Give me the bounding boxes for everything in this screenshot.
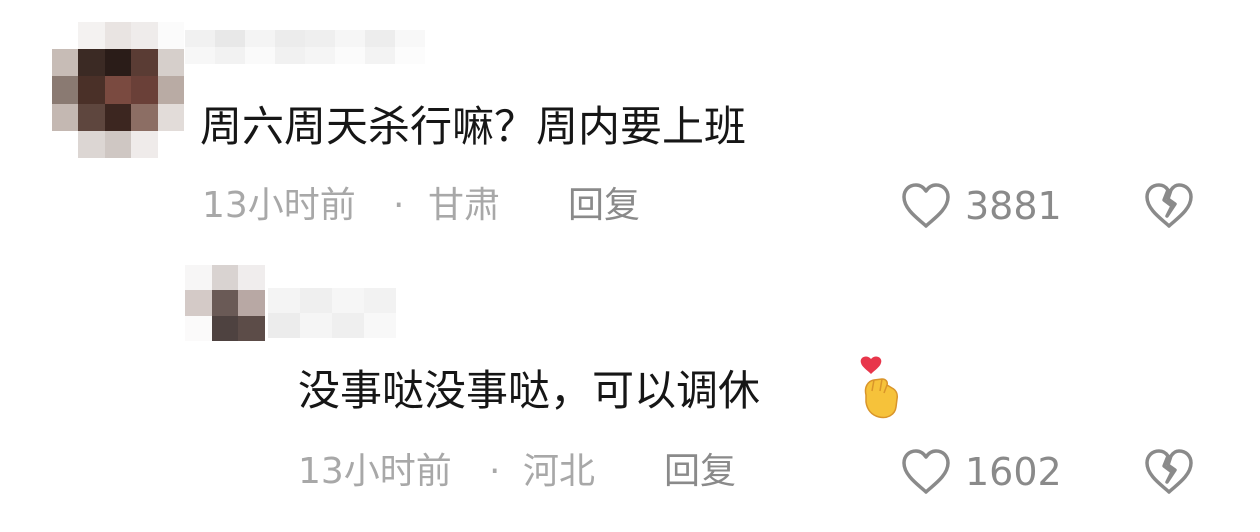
like-count: 3881: [965, 184, 1062, 228]
like-count: 1602: [965, 450, 1062, 494]
heart-outline-icon[interactable]: [900, 182, 952, 230]
comment-text: 没事哒没事哒，可以调休: [298, 366, 761, 415]
broken-heart-icon[interactable]: [1142, 448, 1196, 496]
comment-location: 甘肃: [428, 185, 501, 226]
comment-time: 13小时前: [202, 185, 356, 226]
reply-button[interactable]: 回复: [664, 454, 736, 490]
broken-heart-icon[interactable]: [1142, 182, 1196, 230]
finger-heart-emoji: [856, 355, 904, 421]
reply-button[interactable]: 回复: [568, 188, 640, 224]
heart-outline-icon[interactable]: [900, 448, 952, 496]
user-avatar[interactable]: [185, 265, 265, 341]
username[interactable]: [268, 288, 396, 338]
username[interactable]: [185, 30, 425, 64]
meta-separator: ·: [393, 185, 405, 226]
comment-location: 河北: [523, 451, 596, 492]
meta-separator: ·: [489, 451, 501, 492]
comment-text: 周六周天杀行嘛？周内要上班: [200, 102, 747, 151]
user-avatar[interactable]: [52, 22, 184, 158]
comment-time: 13小时前: [298, 451, 452, 492]
